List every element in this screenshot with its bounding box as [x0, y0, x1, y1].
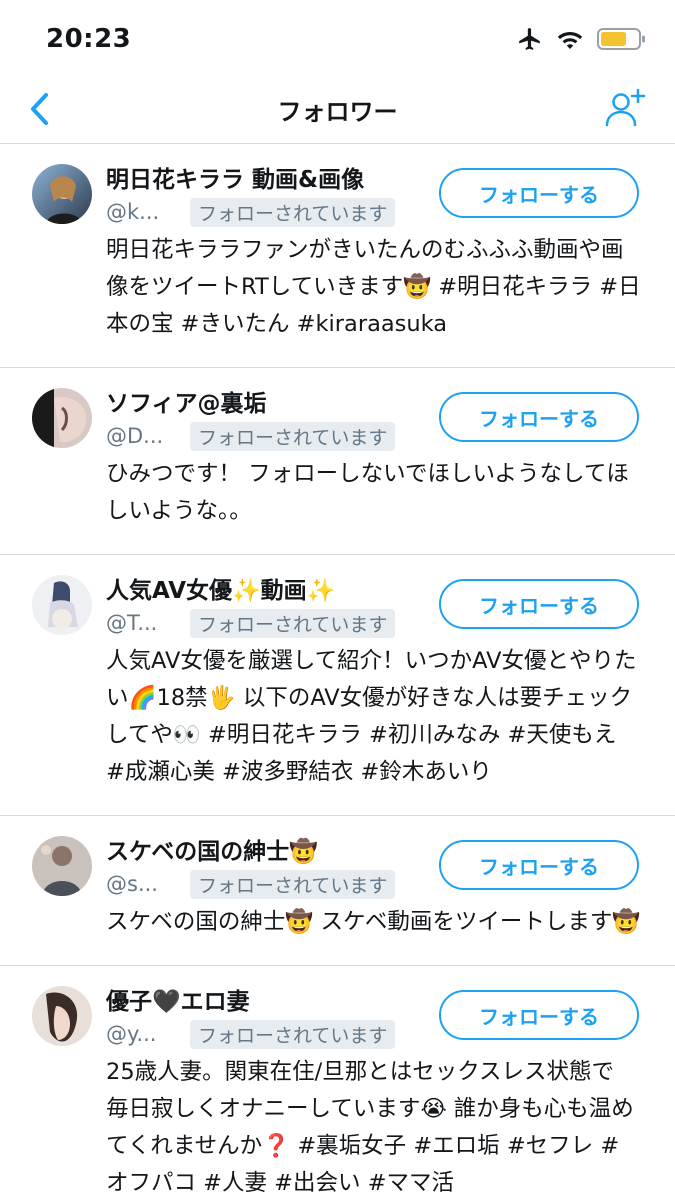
avatar[interactable]: [32, 986, 92, 1046]
follower-name: スケベの国の紳士🤠: [106, 839, 318, 865]
follower-handle: @k...: [106, 200, 160, 224]
follow-button[interactable]: フォローする: [439, 579, 639, 629]
follow-button[interactable]: フォローする: [439, 840, 639, 890]
follower-bio: 25歳人妻。関東在住/旦那とはセックスレス状態で 毎日寂しくオナニーしています😭…: [106, 1059, 634, 1196]
follower-bio: 明日花キララファンがきいたんのむふふふ動画や画像をツイートRTしていきます🤠 #…: [106, 237, 641, 337]
follows-you-badge: フォローされています: [190, 869, 396, 899]
avatar[interactable]: [32, 575, 92, 635]
avatar[interactable]: [32, 836, 92, 896]
follower-row[interactable]: 優子🖤エロ妻 @y... フォローされています 25歳人妻。関東在住/旦那とはセ…: [0, 966, 675, 1200]
nav-bar: フォロワー: [0, 72, 675, 144]
follows-you-badge: フォローされています: [190, 197, 396, 227]
follower-name: 明日花キララ 動画&画像: [106, 167, 365, 193]
follows-you-badge: フォローされています: [190, 1019, 396, 1049]
follower-name: ソフィア@裏垢: [106, 391, 267, 417]
follow-button[interactable]: フォローする: [439, 392, 639, 442]
follower-name: 優子🖤エロ妻: [106, 989, 250, 1015]
follower-row[interactable]: スケベの国の紳士🤠 @s... フォローされています スケベの国の紳士🤠 スケベ…: [0, 816, 675, 966]
follower-bio: 人気AV女優を厳選して紹介！いつかAV女優とやりたい🌈18禁🖐 以下のAV女優が…: [106, 648, 637, 785]
follower-bio: スケベの国の紳士🤠 スケベ動画をツイートします🤠: [106, 909, 641, 935]
status-time: 20:23: [46, 24, 132, 54]
avatar[interactable]: [32, 164, 92, 224]
status-bar: 20:23: [0, 0, 675, 72]
battery-icon: [597, 27, 647, 51]
add-user-button[interactable]: [603, 86, 647, 130]
follower-handle: @T...: [106, 611, 158, 635]
follower-row[interactable]: 人気AV女優✨動画✨ @T... フォローされています 人気AV女優を厳選して紹…: [0, 555, 675, 816]
follower-row[interactable]: 明日花キララ 動画&画像 @k... フォローされています 明日花キララファンが…: [0, 144, 675, 368]
follower-name: 人気AV女優✨動画✨: [106, 578, 336, 604]
avatar[interactable]: [32, 388, 92, 448]
follower-handle: @y...: [106, 1022, 157, 1046]
follower-row[interactable]: ソフィア@裏垢 @D... フォローされています ひみつです！ フォローしないで…: [0, 368, 675, 555]
follower-handle: @s...: [106, 872, 158, 896]
follows-you-badge: フォローされています: [190, 421, 396, 451]
add-user-icon: [603, 88, 647, 134]
airplane-icon: [517, 26, 543, 52]
status-icons: [517, 26, 647, 52]
wifi-icon: [557, 28, 583, 50]
follower-handle: @D...: [106, 424, 164, 448]
follower-list: 明日花キララ 動画&画像 @k... フォローされています 明日花キララファンが…: [0, 144, 675, 1200]
page-title: フォロワー: [277, 98, 398, 126]
follow-button[interactable]: フォローする: [439, 990, 639, 1040]
follow-button[interactable]: フォローする: [439, 168, 639, 218]
follows-you-badge: フォローされています: [190, 608, 396, 638]
follower-bio: ひみつです！ フォローしないでほしいようなしてほしいような。。: [106, 461, 629, 524]
